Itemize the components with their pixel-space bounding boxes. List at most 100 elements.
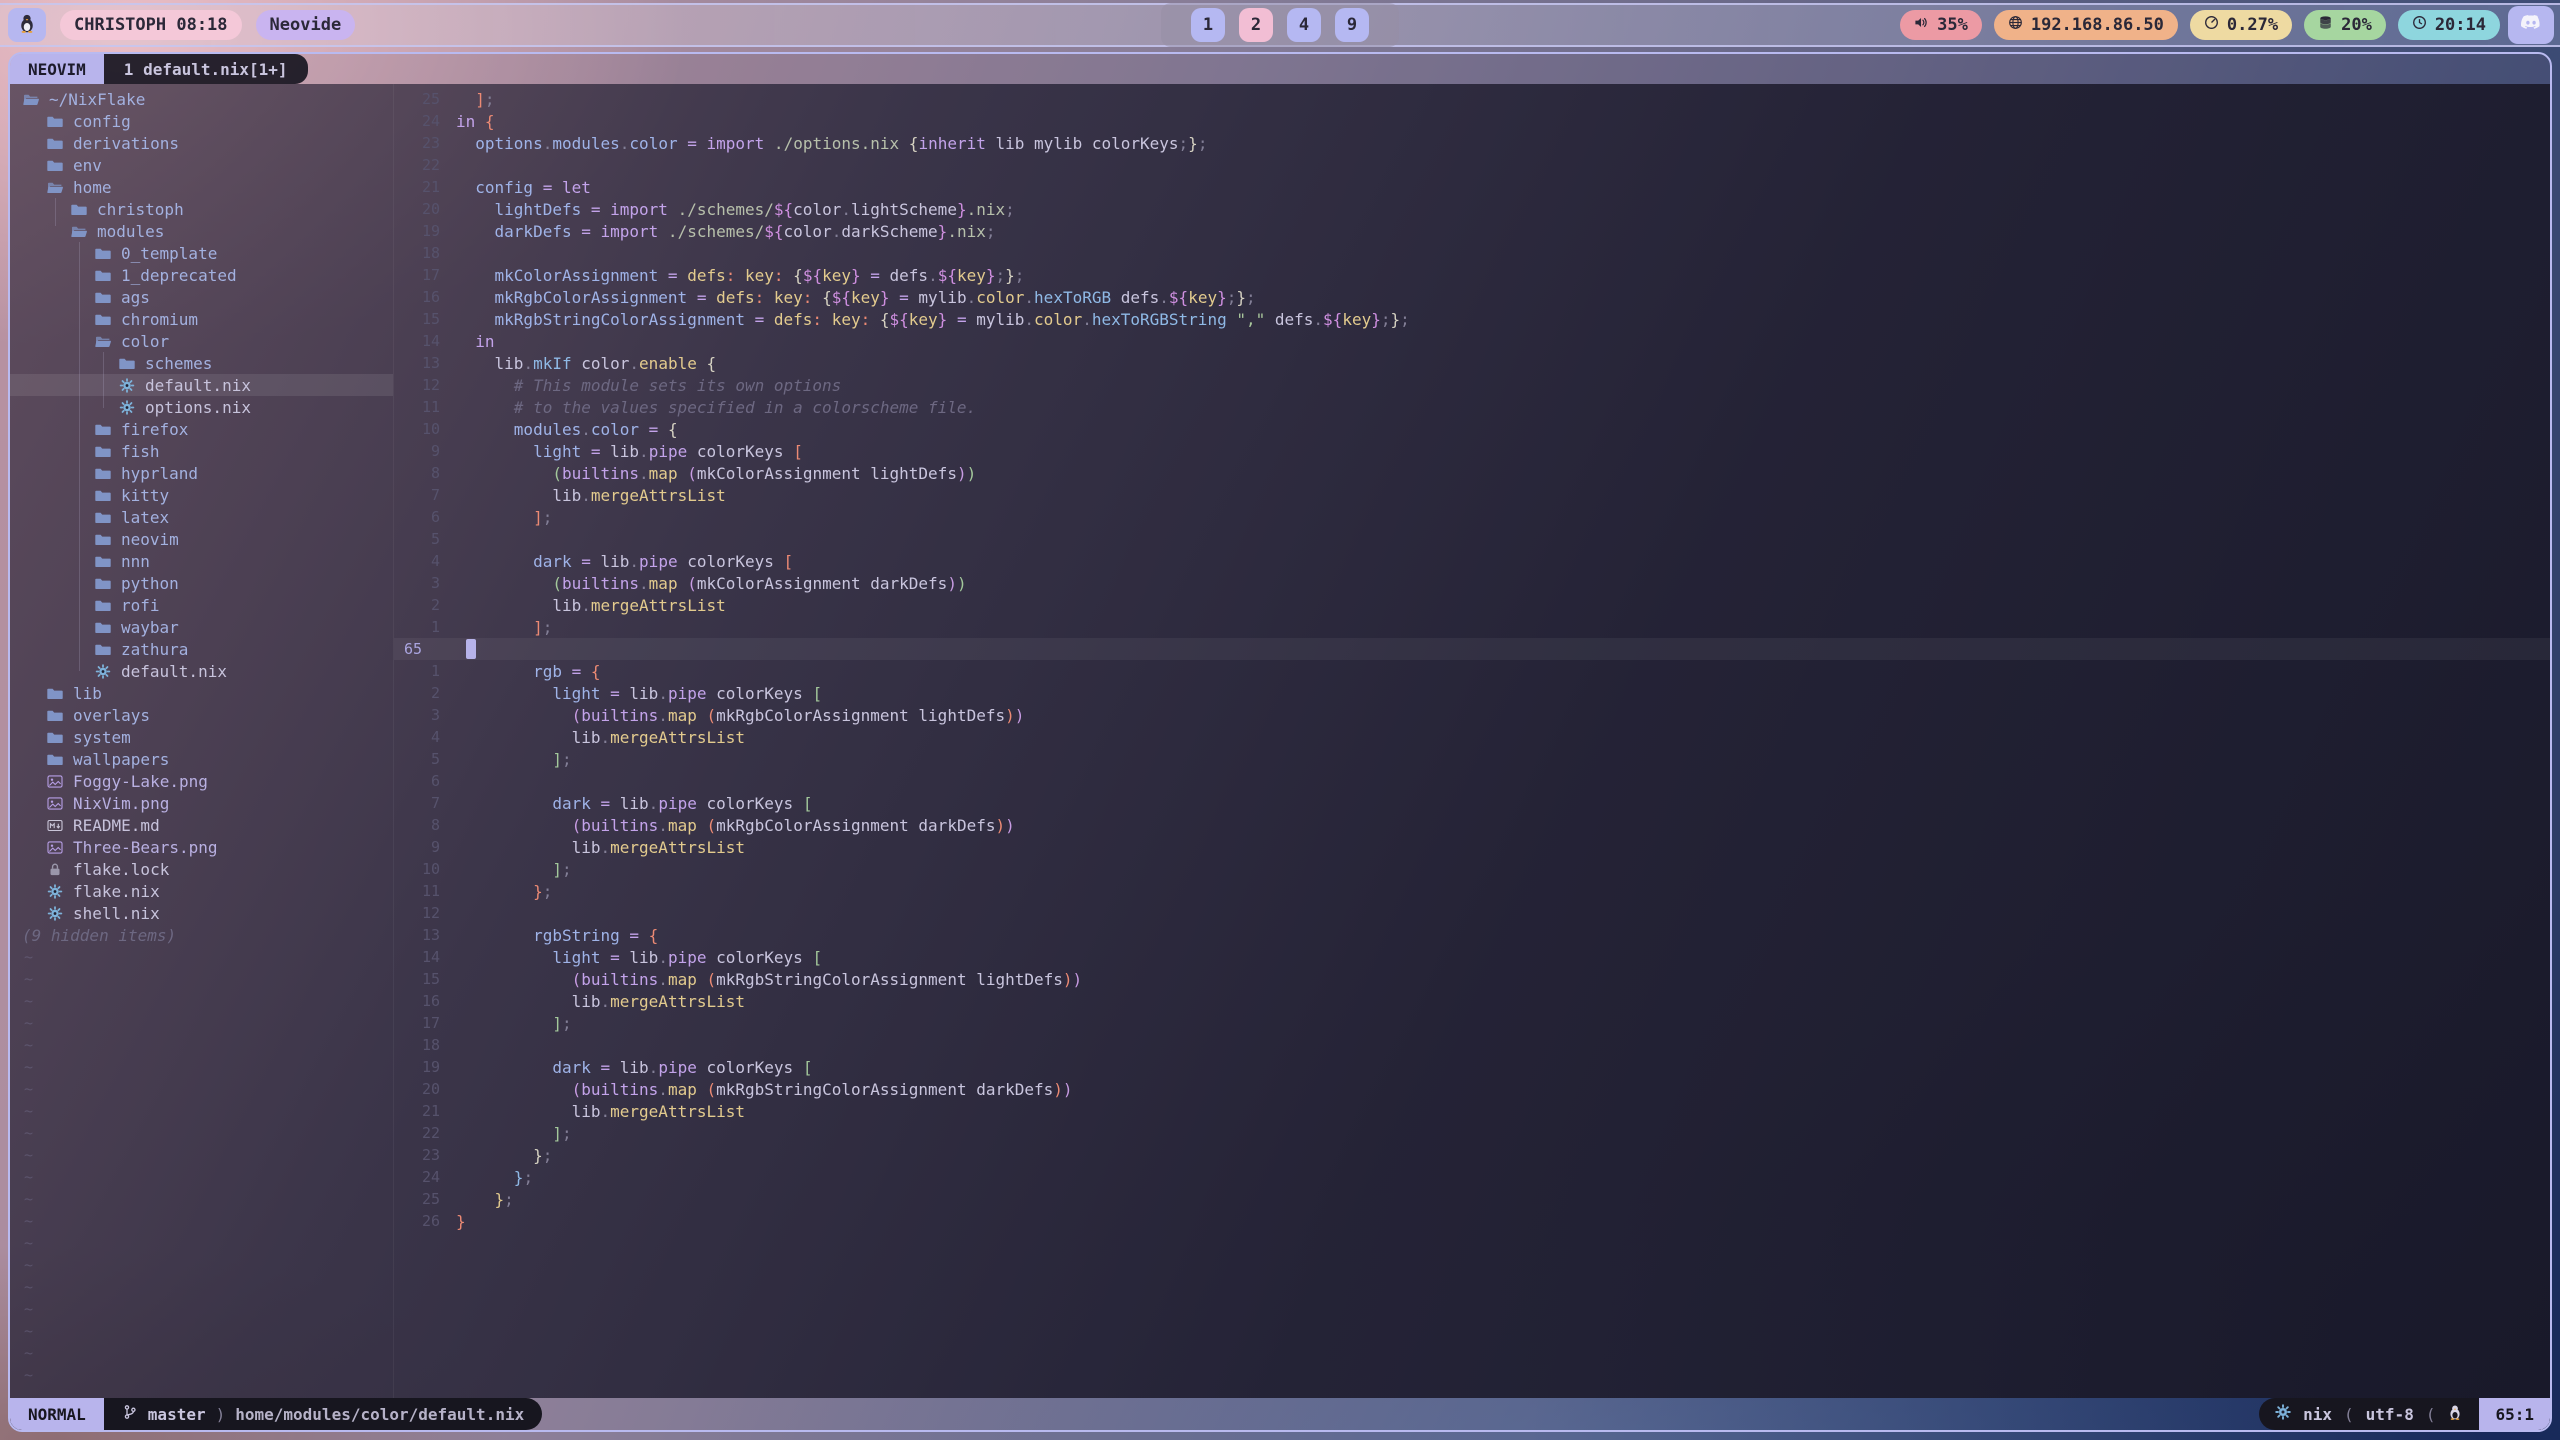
cpu-module[interactable]: 0.27%: [2190, 10, 2292, 40]
tree-item-options-nix[interactable]: options.nix: [10, 396, 393, 418]
workspace-button-1[interactable]: 1: [1191, 8, 1225, 42]
code-line[interactable]: 8 (builtins.map (mkRgbColorAssignment da…: [394, 814, 2550, 836]
code-line[interactable]: 12 # This module sets its own options: [394, 374, 2550, 396]
buffer-tab[interactable]: 1 default.nix[1+]: [104, 54, 308, 84]
code-line[interactable]: 16 lib.mergeAttrsList: [394, 990, 2550, 1012]
tree-item-hyprland[interactable]: hyprland: [10, 462, 393, 484]
code-line[interactable]: 4 dark = lib.pipe colorKeys [: [394, 550, 2550, 572]
code-line[interactable]: 13 lib.mkIf color.enable {: [394, 352, 2550, 374]
code-line[interactable]: 17 ];: [394, 1012, 2550, 1034]
tree-item-color[interactable]: color: [10, 330, 393, 352]
tree-item-christoph[interactable]: christoph: [10, 198, 393, 220]
workspace-button-2[interactable]: 2: [1239, 8, 1273, 42]
tree-item-env[interactable]: env: [10, 154, 393, 176]
tree-item-chromium[interactable]: chromium: [10, 308, 393, 330]
tree-item-default-nix[interactable]: default.nix: [10, 660, 393, 682]
tree-item-nnn[interactable]: nnn: [10, 550, 393, 572]
tree-item-modules[interactable]: modules: [10, 220, 393, 242]
code-line[interactable]: 10 modules.color = {: [394, 418, 2550, 440]
code-line[interactable]: 4 lib.mergeAttrsList: [394, 726, 2550, 748]
tree-item-readme-md[interactable]: README.md: [10, 814, 393, 836]
tree-item-schemes[interactable]: schemes: [10, 352, 393, 374]
active-app-module[interactable]: Neovide: [256, 10, 356, 40]
code-line[interactable]: 14 light = lib.pipe colorKeys [: [394, 946, 2550, 968]
workspace-button-4[interactable]: 4: [1287, 8, 1321, 42]
tree-item-system[interactable]: system: [10, 726, 393, 748]
code-line[interactable]: 7 lib.mergeAttrsList: [394, 484, 2550, 506]
code-line[interactable]: 10 ];: [394, 858, 2550, 880]
tree-item-firefox[interactable]: firefox: [10, 418, 393, 440]
code-line[interactable]: 14 in: [394, 330, 2550, 352]
code-line[interactable]: 25 ];: [394, 88, 2550, 110]
tree-item-rofi[interactable]: rofi: [10, 594, 393, 616]
tree-item-default-nix[interactable]: default.nix: [10, 374, 393, 396]
code-line[interactable]: 8 (builtins.map (mkColorAssignment light…: [394, 462, 2550, 484]
code-line[interactable]: 23 };: [394, 1144, 2550, 1166]
code-line[interactable]: 1 rgb = {: [394, 660, 2550, 682]
launcher-button[interactable]: [8, 8, 46, 42]
tree-item-waybar[interactable]: waybar: [10, 616, 393, 638]
code-line[interactable]: 15 (builtins.map (mkRgbStringColorAssign…: [394, 968, 2550, 990]
code-line[interactable]: 24in {: [394, 110, 2550, 132]
code-line[interactable]: 25 };: [394, 1188, 2550, 1210]
code-line[interactable]: 11 };: [394, 880, 2550, 902]
tree-item-latex[interactable]: latex: [10, 506, 393, 528]
code-line[interactable]: 15 mkRgbStringColorAssignment = defs: ke…: [394, 308, 2550, 330]
code-line[interactable]: 20 lightDefs = import ./schemes/${color.…: [394, 198, 2550, 220]
code-line[interactable]: 24 };: [394, 1166, 2550, 1188]
code-line[interactable]: 5: [394, 528, 2550, 550]
code-line[interactable]: 5 ];: [394, 748, 2550, 770]
tree-item-nixvim-png[interactable]: NixVim.png: [10, 792, 393, 814]
tree-item-foggy-lake-png[interactable]: Foggy-Lake.png: [10, 770, 393, 792]
code-line[interactable]: 21 config = let: [394, 176, 2550, 198]
audio-module[interactable]: 35%: [1900, 10, 1982, 40]
code-line[interactable]: 18: [394, 242, 2550, 264]
code-line[interactable]: 19 dark = lib.pipe colorKeys [: [394, 1056, 2550, 1078]
memory-module[interactable]: 20%: [2304, 10, 2386, 40]
code-line[interactable]: 11 # to the values specified in a colors…: [394, 396, 2550, 418]
tree-item-flake-nix[interactable]: flake.nix: [10, 880, 393, 902]
code-line[interactable]: 17 mkColorAssignment = defs: key: {${key…: [394, 264, 2550, 286]
tree-item-ags[interactable]: ags: [10, 286, 393, 308]
code-line[interactable]: 9 lib.mergeAttrsList: [394, 836, 2550, 858]
tree-item-kitty[interactable]: kitty: [10, 484, 393, 506]
code-line[interactable]: 2 light = lib.pipe colorKeys [: [394, 682, 2550, 704]
code-line[interactable]: 3 (builtins.map (mkRgbColorAssignment li…: [394, 704, 2550, 726]
tree-item-0-template[interactable]: 0_template: [10, 242, 393, 264]
code-line[interactable]: 12: [394, 902, 2550, 924]
code-line[interactable]: 2 lib.mergeAttrsList: [394, 594, 2550, 616]
workspace-button-9[interactable]: 9: [1335, 8, 1369, 42]
tree-item-derivations[interactable]: derivations: [10, 132, 393, 154]
code-line[interactable]: 13 rgbString = {: [394, 924, 2550, 946]
code-line[interactable]: 9 light = lib.pipe colorKeys [: [394, 440, 2550, 462]
code-line[interactable]: 1 ];: [394, 616, 2550, 638]
code-line-current[interactable]: 65: [394, 638, 2550, 660]
code-line[interactable]: 6 ];: [394, 506, 2550, 528]
host-clock-module[interactable]: CHRISTOPH 08:18: [60, 10, 242, 40]
tree-item-lib[interactable]: lib: [10, 682, 393, 704]
code-line[interactable]: 22 ];: [394, 1122, 2550, 1144]
code-line[interactable]: 19 darkDefs = import ./schemes/${color.d…: [394, 220, 2550, 242]
code-line[interactable]: 20 (builtins.map (mkRgbStringColorAssign…: [394, 1078, 2550, 1100]
tree-item-overlays[interactable]: overlays: [10, 704, 393, 726]
discord-button[interactable]: [2508, 6, 2554, 44]
network-module[interactable]: 192.168.86.50: [1994, 10, 2178, 40]
code-line[interactable]: 3 (builtins.map (mkColorAssignment darkD…: [394, 572, 2550, 594]
tree-item-zathura[interactable]: zathura: [10, 638, 393, 660]
code-line[interactable]: 18: [394, 1034, 2550, 1056]
tree-item-1-deprecated[interactable]: 1_deprecated: [10, 264, 393, 286]
code-line[interactable]: 21 lib.mergeAttrsList: [394, 1100, 2550, 1122]
clock-module[interactable]: 20:14: [2398, 10, 2500, 40]
code-line[interactable]: 7 dark = lib.pipe colorKeys [: [394, 792, 2550, 814]
tree-item-config[interactable]: config: [10, 110, 393, 132]
code-line[interactable]: 26}: [394, 1210, 2550, 1232]
code-line[interactable]: 6: [394, 770, 2550, 792]
tree-item-fish[interactable]: fish: [10, 440, 393, 462]
tree-item-wallpapers[interactable]: wallpapers: [10, 748, 393, 770]
tree-item-home[interactable]: home: [10, 176, 393, 198]
code-line[interactable]: 23 options.modules.color = import ./opti…: [394, 132, 2550, 154]
tree-item-python[interactable]: python: [10, 572, 393, 594]
tree-item-neovim[interactable]: neovim: [10, 528, 393, 550]
code-line[interactable]: 16 mkRgbColorAssignment = defs: key: {${…: [394, 286, 2550, 308]
code-line[interactable]: 22: [394, 154, 2550, 176]
